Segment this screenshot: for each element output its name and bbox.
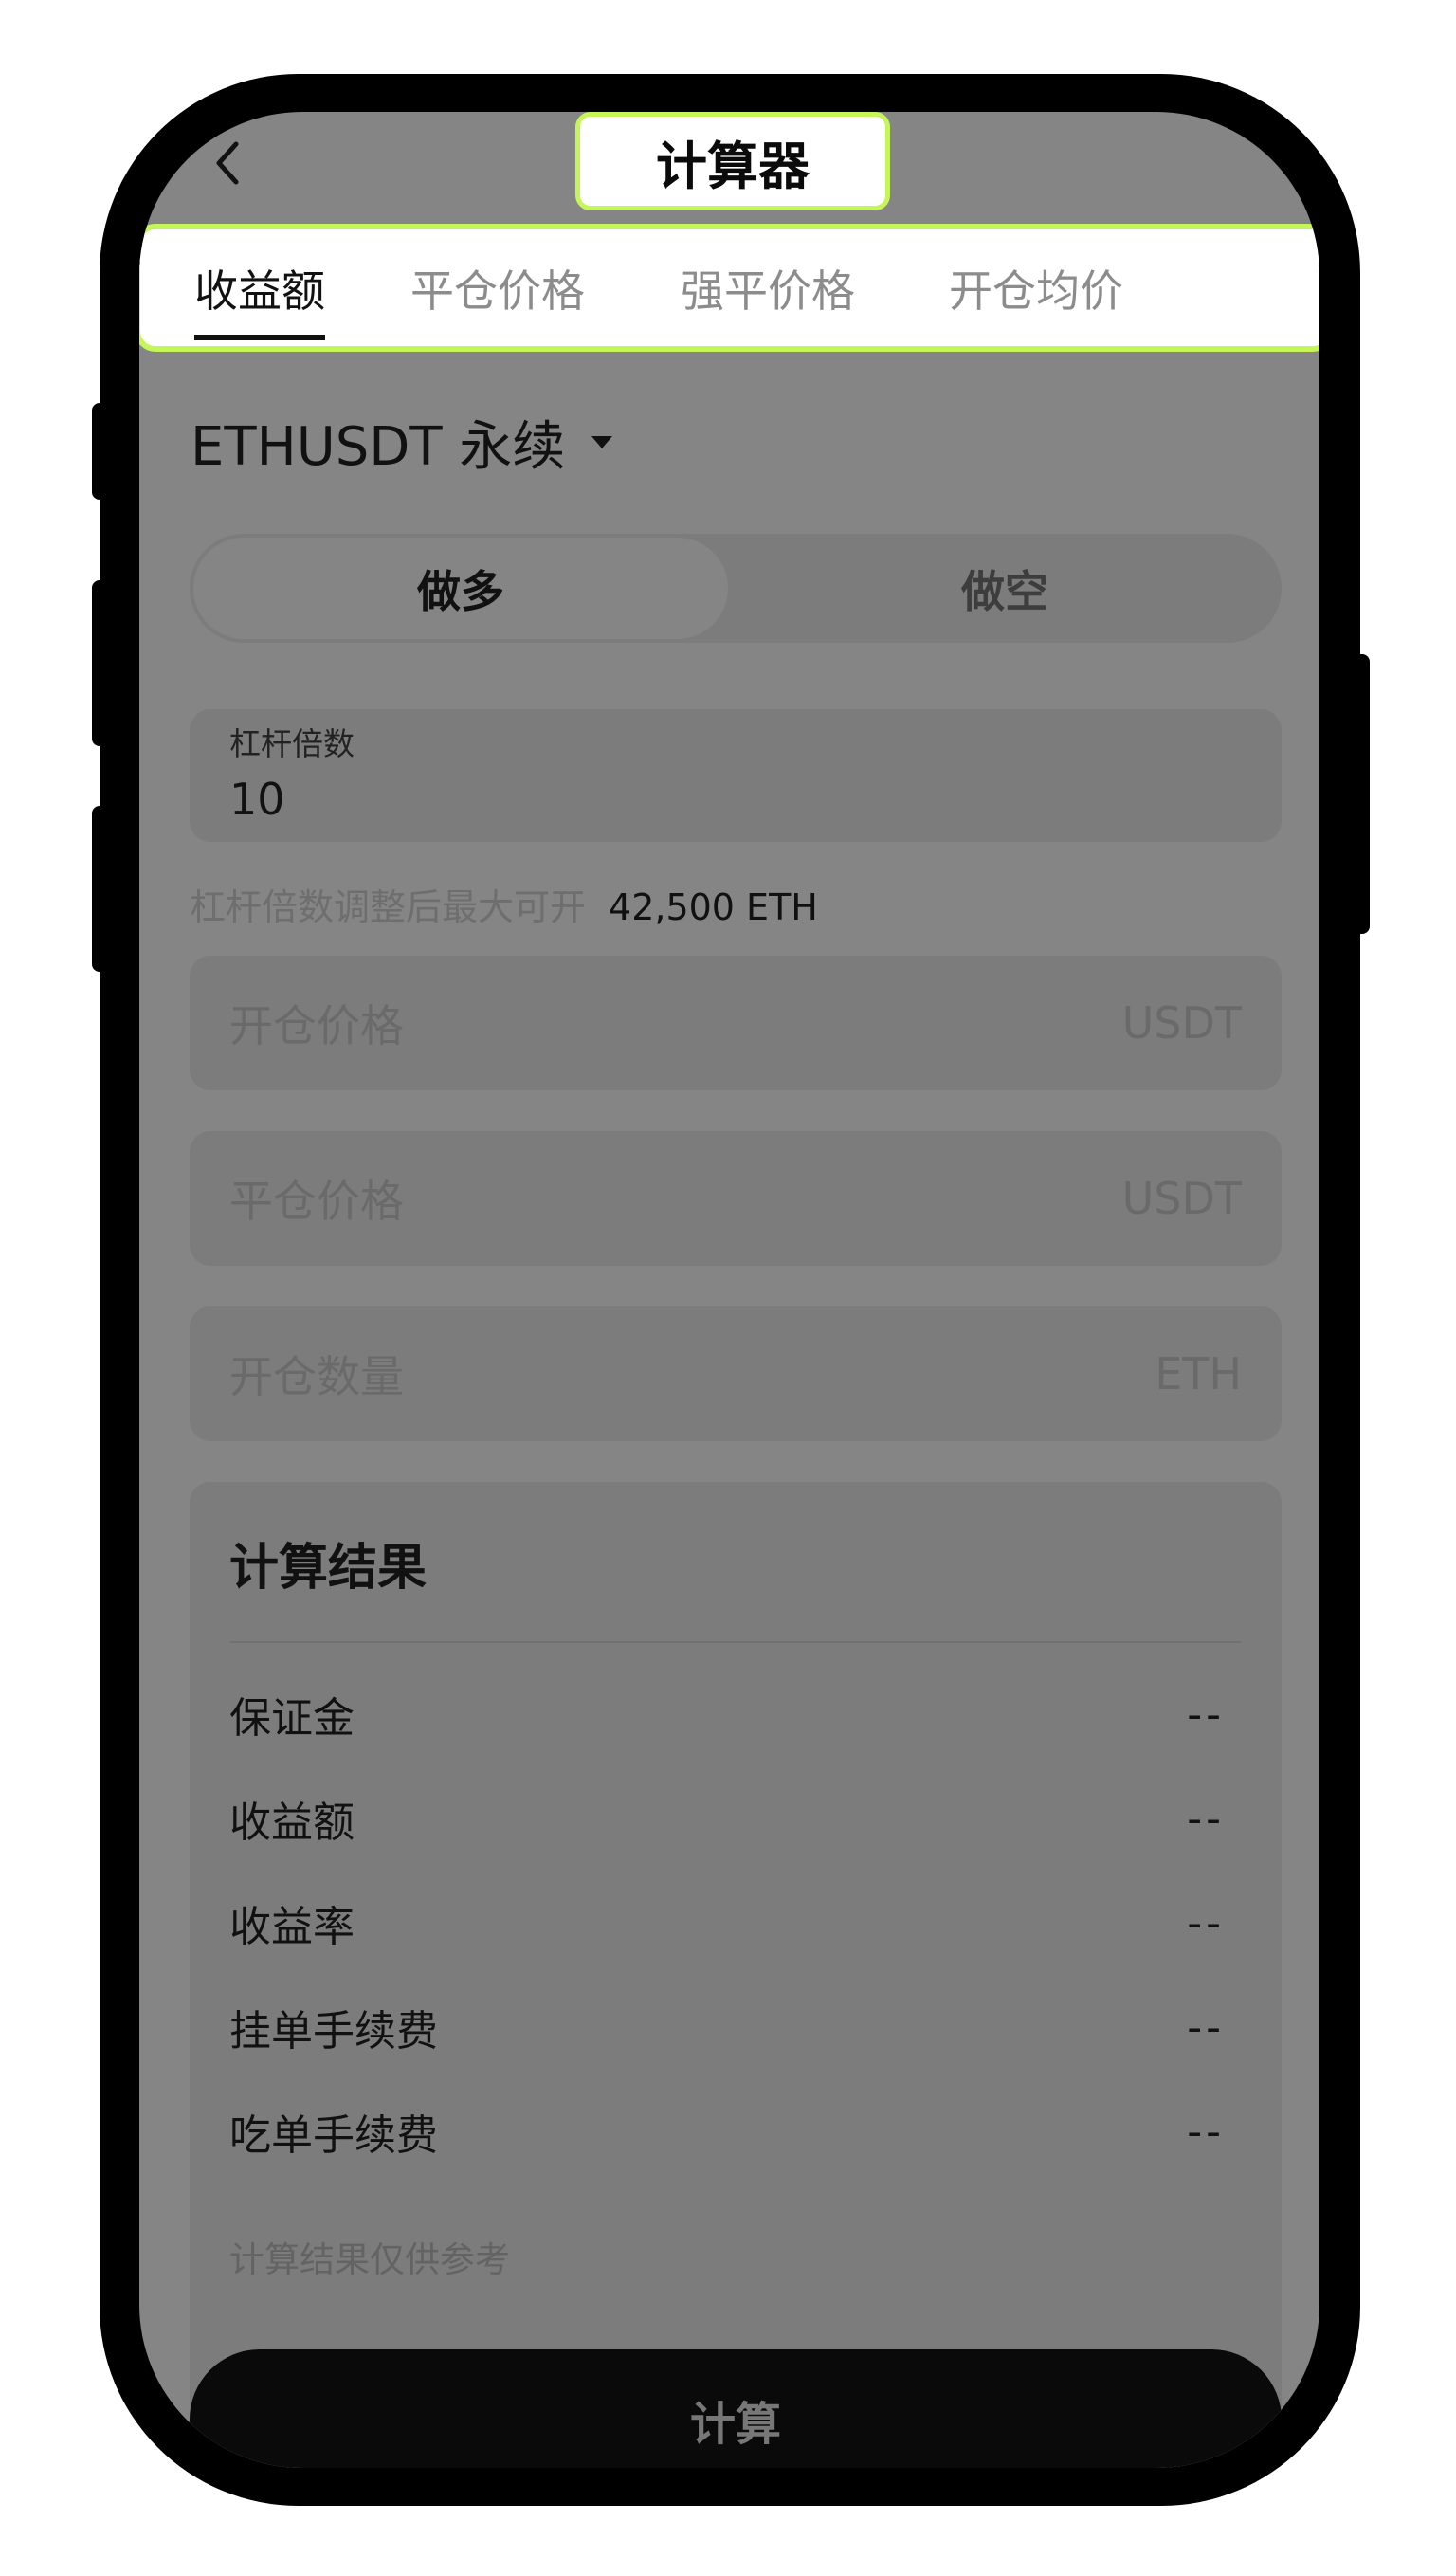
result-value: -- bbox=[1187, 2002, 1225, 2052]
leverage-input[interactable]: 杠杆倍数 10 bbox=[190, 709, 1282, 842]
page-title: 计算器 bbox=[575, 112, 890, 210]
divider bbox=[229, 1641, 1242, 1643]
tab-bar: 收益额 平仓价格 强平价格 开仓均价 bbox=[139, 224, 1320, 352]
caret-down-icon bbox=[592, 435, 613, 448]
result-label: 保证金 bbox=[229, 1694, 355, 1743]
max-open-value: 42,500 ETH bbox=[609, 886, 818, 928]
result-card: 计算结果 保证金 -- 收益额 -- 收益率 -- 挂单手续费 -- 吃单手续费… bbox=[190, 1482, 1282, 2468]
calculate-button[interactable]: 计算 bbox=[190, 2349, 1282, 2468]
close-price-placeholder: 平仓价格 bbox=[229, 1176, 404, 1227]
result-value: -- bbox=[1187, 1898, 1225, 1947]
result-value: -- bbox=[1187, 1794, 1225, 1843]
long-button[interactable]: 做多 bbox=[193, 538, 728, 639]
symbol-label: ETHUSDT 永续 bbox=[191, 415, 566, 478]
result-row-margin: 保证金 -- bbox=[229, 1681, 1225, 1747]
close-price-input[interactable]: 平仓价格 USDT bbox=[190, 1131, 1282, 1266]
open-quantity-unit: ETH bbox=[1155, 1348, 1242, 1399]
result-value: -- bbox=[1187, 1690, 1225, 1739]
result-row-profit-rate: 收益率 -- bbox=[229, 1890, 1225, 1956]
screen: 计算器 收益额 平仓价格 强平价格 开仓均价 ETHUSDT 永续 做多 做空 … bbox=[139, 112, 1320, 2468]
result-label: 收益额 bbox=[229, 1799, 355, 1847]
chevron-left-icon[interactable] bbox=[200, 135, 257, 192]
open-price-unit: USDT bbox=[1121, 997, 1242, 1049]
direction-toggle: 做多 做空 bbox=[190, 534, 1282, 643]
tab-liquidation-price[interactable]: 强平价格 bbox=[681, 229, 855, 346]
tab-profit[interactable]: 收益额 bbox=[194, 229, 325, 346]
open-quantity-input[interactable]: 开仓数量 ETH bbox=[190, 1306, 1282, 1441]
short-button[interactable]: 做空 bbox=[728, 534, 1282, 643]
open-price-placeholder: 开仓价格 bbox=[229, 1000, 404, 1051]
result-row-profit: 收益额 -- bbox=[229, 1785, 1225, 1852]
max-open-info: 杠杆倍数调整后最大可开 42,500 ETH bbox=[190, 878, 818, 930]
tab-average-open-price[interactable]: 开仓均价 bbox=[949, 229, 1123, 346]
leverage-label: 杠杆倍数 bbox=[229, 725, 355, 762]
result-value: -- bbox=[1187, 2107, 1225, 2156]
result-label: 收益率 bbox=[229, 1903, 355, 1951]
symbol-selector[interactable]: ETHUSDT 永续 bbox=[191, 404, 613, 480]
result-label: 挂单手续费 bbox=[229, 2007, 438, 2055]
tab-close-price[interactable]: 平仓价格 bbox=[410, 229, 585, 346]
result-row-taker-fee: 吃单手续费 -- bbox=[229, 2098, 1225, 2165]
open-quantity-placeholder: 开仓数量 bbox=[229, 1351, 404, 1402]
result-title: 计算结果 bbox=[229, 1540, 428, 1597]
result-row-maker-fee: 挂单手续费 -- bbox=[229, 1994, 1225, 2060]
leverage-value: 10 bbox=[229, 774, 285, 825]
max-open-label: 杠杆倍数调整后最大可开 bbox=[190, 886, 587, 928]
result-label: 吃单手续费 bbox=[229, 2111, 438, 2160]
open-price-input[interactable]: 开仓价格 USDT bbox=[190, 956, 1282, 1090]
disclaimer-text: 计算结果仅供参考 bbox=[229, 2239, 510, 2280]
close-price-unit: USDT bbox=[1121, 1173, 1242, 1224]
